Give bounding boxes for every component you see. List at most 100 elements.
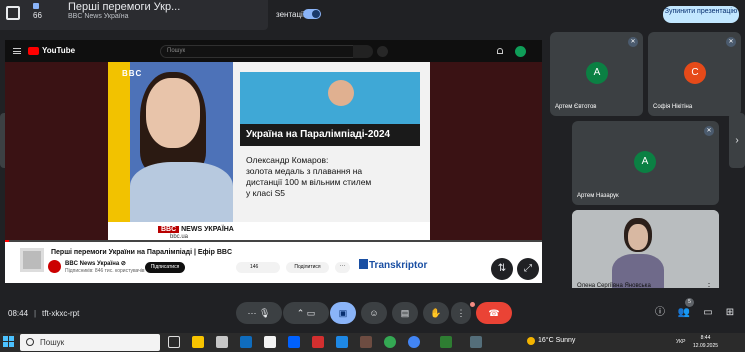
participant-avatar: C	[684, 62, 706, 84]
video-player[interactable]: BBC Україна на Паралімпіаді-2024 Олексан…	[5, 62, 542, 242]
next-page-arrow[interactable]: ›	[729, 113, 745, 168]
edge-icon[interactable]	[336, 336, 348, 348]
channel-avatar[interactable]	[48, 260, 61, 273]
search-placeholder: Пошук	[167, 48, 186, 54]
weather-text[interactable]: 16°C Sunny	[538, 337, 575, 344]
participant-tile[interactable]: ✕ C Софія Нікітіна	[648, 32, 741, 116]
weather-icon	[527, 337, 535, 345]
participant-name: Артем Євтотов	[555, 104, 597, 110]
notifications-bell-icon[interactable]	[497, 48, 503, 54]
language-indicator[interactable]: УКР	[676, 339, 685, 345]
meeting-code: tft-xkxc-rpt	[42, 309, 80, 318]
ticker-logo: BBC NEWS УКРАЇНА	[158, 226, 234, 233]
subscribe-button[interactable]: Підписатися	[145, 262, 185, 273]
meeting-info-icon[interactable]: ⓘ	[653, 306, 667, 320]
participant-name: Артем Назарук	[577, 193, 619, 199]
swimmer-photo	[240, 72, 420, 124]
share-button[interactable]: Поділитися	[286, 262, 329, 273]
presenting-top-bar: 66 Перші перемоги Укр... BBC News Україн…	[0, 0, 745, 30]
participant-avatar: A	[586, 62, 608, 84]
camera-button[interactable]: ⌃ ▭	[283, 302, 329, 324]
pin-icon[interactable]: ⇅	[491, 258, 513, 280]
chrome-icon[interactable]	[384, 336, 396, 348]
taskbar-search-placeholder: Пошук	[40, 338, 65, 347]
mic-off-icon: ✕	[628, 37, 638, 47]
account-avatar[interactable]	[515, 46, 526, 57]
app-icon[interactable]	[312, 336, 324, 348]
participant-name: Софія Нікітіна	[653, 104, 693, 110]
meeting-clock: 08:44	[8, 309, 29, 318]
leave-call-button[interactable]: ☎	[476, 302, 512, 324]
present-screen-icon	[6, 6, 20, 20]
ukraine-flag-shape	[108, 62, 130, 222]
mic-off-icon: ✕	[726, 37, 736, 47]
app-icon[interactable]	[360, 336, 372, 348]
like-button[interactable]: 146	[236, 262, 280, 273]
presented-screen: YouTube Пошук BBC Україна на Паралімпіад…	[5, 40, 542, 283]
more-options-button[interactable]: ⋮	[451, 302, 471, 324]
news-anchor-image: BBC	[108, 62, 233, 222]
mic-button[interactable]: ··· 🎙	[236, 302, 282, 324]
video-left-pad	[5, 62, 108, 242]
news-story: Олександр Комаров: золота медаль з плава…	[246, 155, 372, 198]
subscriber-count: Підписників: 846 тис. користувачів	[65, 268, 145, 274]
more-actions-button[interactable]: ···	[335, 262, 350, 273]
participant-avatar: A	[634, 151, 656, 173]
windows-start-icon[interactable]	[3, 336, 15, 348]
emoji-reaction-button[interactable]: ☺	[361, 302, 387, 324]
fullscreen-icon[interactable]: ⤢	[517, 258, 539, 280]
app-icon[interactable]	[440, 336, 452, 348]
present-button[interactable]: ▣	[330, 302, 356, 324]
shared-count: 66	[33, 11, 42, 20]
mic-off-icon: ✕	[704, 126, 714, 136]
stop-presenting-button[interactable]: Зупинити презентацію	[663, 6, 739, 23]
youtube-logo-icon[interactable]	[28, 47, 39, 55]
menu-icon[interactable]	[13, 48, 21, 54]
share-audio-label: зентації	[276, 10, 306, 19]
separator: |	[34, 309, 37, 318]
video-thumbnail[interactable]	[20, 248, 44, 272]
voice-search-icon[interactable]	[377, 46, 388, 57]
people-icon[interactable]: 👥	[677, 306, 691, 320]
news-ticker: BBC NEWS УКРАЇНА bbc.ua	[108, 222, 430, 242]
taskbar-search-input[interactable]: Пошук	[20, 334, 160, 351]
raise-hand-button[interactable]: ✋	[423, 302, 449, 324]
search-icon	[26, 338, 34, 346]
channel-name[interactable]: BBC News Україна ⊘	[65, 260, 126, 267]
bbc-logo: BBC	[122, 69, 143, 78]
taskbar-clock[interactable]: 8:44 12.09.2025	[693, 334, 718, 350]
participant-tile[interactable]: ✕ A Артем Назарук	[572, 121, 719, 205]
shared-tab-card[interactable]: 66 Перші перемоги Укр... BBC News Україн…	[0, 0, 268, 30]
youtube-search-input[interactable]: Пошук	[160, 45, 372, 58]
participant-video-tile[interactable]: Олена Сергіївна Яновська ⋮	[572, 210, 719, 294]
youtube-logo-text[interactable]: YouTube	[42, 46, 75, 55]
video-info-panel: Перші перемоги України на Паралімпіаді |…	[5, 242, 542, 283]
transkriptor-logo[interactable]: Transkriptor	[359, 259, 427, 271]
people-count-badge: 5	[685, 298, 694, 307]
participant-tile[interactable]: ✕ A Артем Євтотов	[550, 32, 643, 116]
windows-taskbar: Пошук 16°C Sunny УКР 8:44 12.09.2025	[0, 333, 745, 352]
youtube-header: YouTube Пошук	[5, 40, 542, 62]
google-meet-window: 66 Перші перемоги Укр... BBC News Україн…	[0, 0, 745, 352]
news-headline: Україна на Паралімпіаді-2024	[240, 124, 420, 146]
search-icon[interactable]	[353, 45, 373, 58]
shared-tab-channel: BBC News Україна	[68, 13, 129, 20]
tab-indicator-icon	[33, 3, 39, 9]
outlook-icon[interactable]	[240, 336, 252, 348]
chat-icon[interactable]: ▭	[701, 306, 715, 320]
activities-icon[interactable]: ⊞	[723, 306, 737, 320]
store-icon[interactable]	[216, 336, 228, 348]
app-icon[interactable]	[470, 336, 482, 348]
dropbox-icon[interactable]	[288, 336, 300, 348]
captions-button[interactable]: ▤	[392, 302, 418, 324]
video-frame: BBC Україна на Паралімпіаді-2024 Олексан…	[108, 62, 430, 242]
video-right-pad	[430, 62, 542, 242]
task-view-icon[interactable]	[168, 336, 180, 348]
video-title[interactable]: Перші перемоги України на Паралімпіаді |…	[51, 249, 232, 256]
shared-tab-title: Перші перемоги Укр...	[68, 1, 181, 13]
chrome-icon[interactable]	[408, 336, 420, 348]
notification-dot	[470, 302, 475, 307]
amazon-icon[interactable]	[264, 336, 276, 348]
share-audio-toggle[interactable]	[303, 9, 321, 19]
file-explorer-icon[interactable]	[192, 336, 204, 348]
